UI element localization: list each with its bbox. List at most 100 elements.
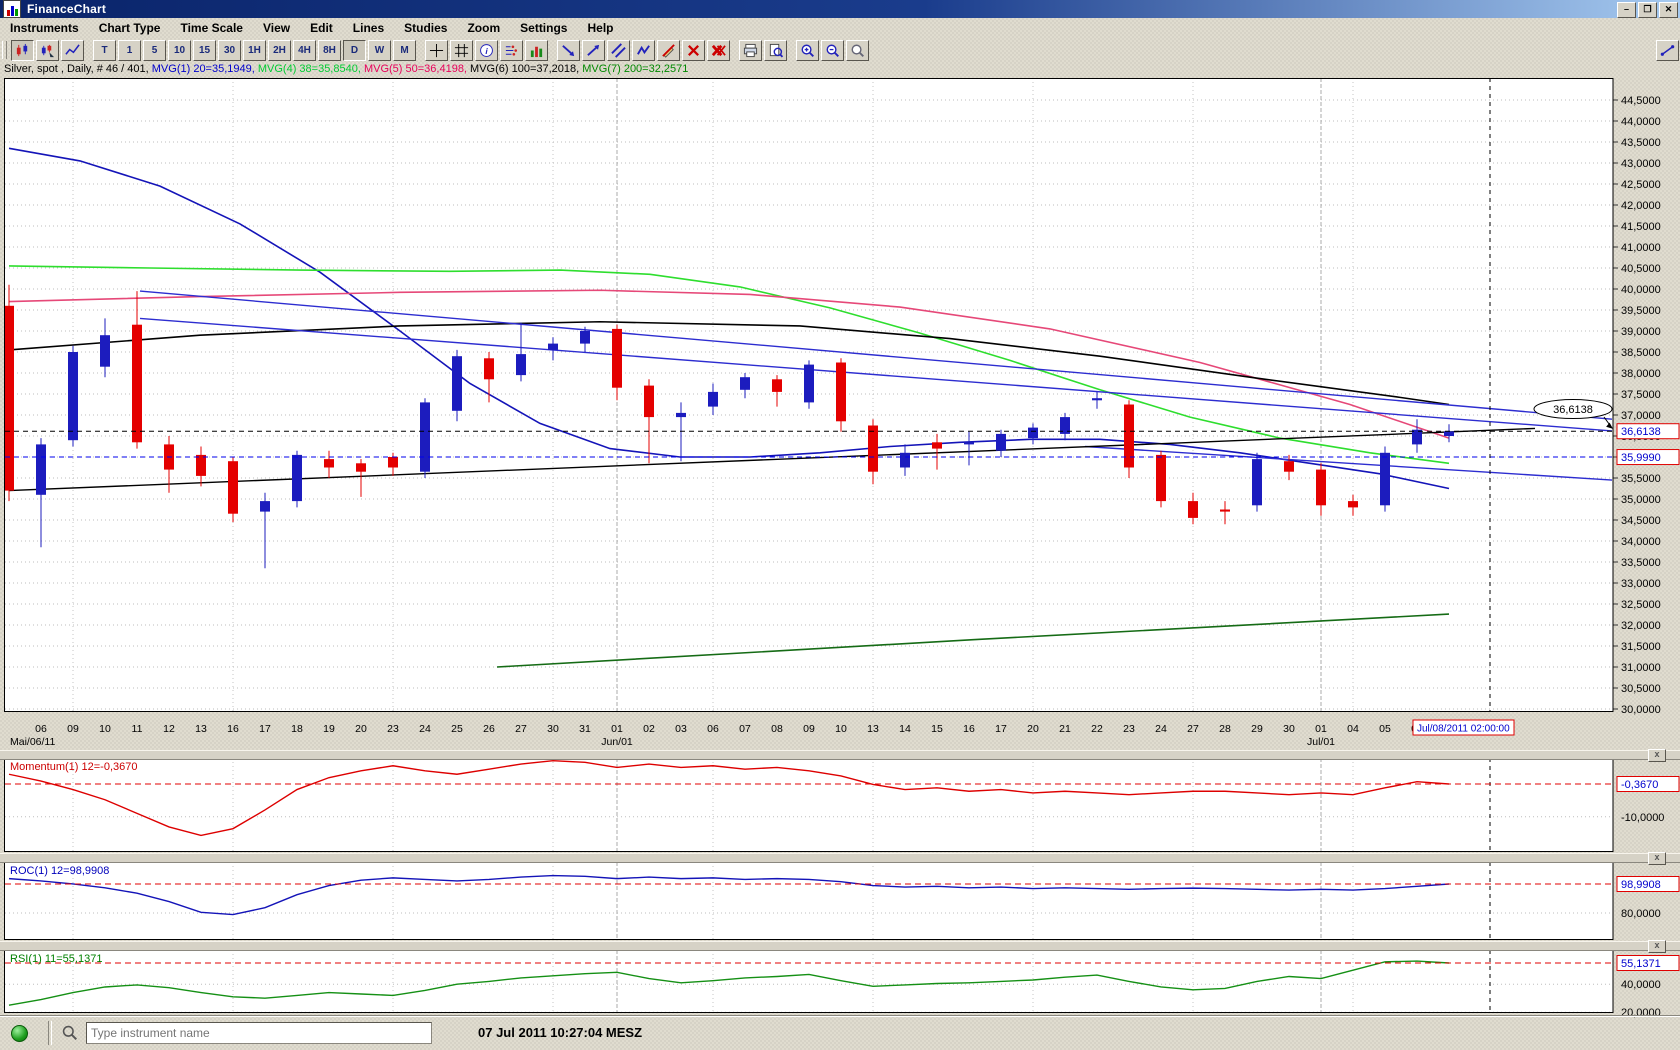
- date-label: 14: [899, 723, 911, 735]
- timescale-5[interactable]: 5: [143, 39, 166, 61]
- close-momentum-panel-button[interactable]: x: [1648, 749, 1666, 762]
- timescale-4H[interactable]: 4H: [293, 39, 316, 61]
- price-axis-label: 32,0000: [1621, 620, 1661, 632]
- info-tool-icon[interactable]: i: [475, 39, 498, 61]
- trendline-up-tool-icon[interactable]: [582, 39, 605, 61]
- grid-toggle-icon[interactable]: [450, 39, 473, 61]
- price-axis-label: 39,0000: [1621, 326, 1661, 338]
- menu-zoom[interactable]: Zoom: [457, 18, 510, 38]
- chart-type-line-icon[interactable]: [61, 39, 84, 61]
- price-axis-label: 42,0000: [1621, 200, 1661, 212]
- menu-studies[interactable]: Studies: [394, 18, 457, 38]
- timescale-D[interactable]: D: [343, 39, 366, 61]
- price-axis-label: 40,5000: [1621, 263, 1661, 275]
- finance-chart-window: 44,5000 44,0000 43,5000 43,0000 42,5000 42,00…: [0, 0, 1680, 1050]
- rsi-panel-plot[interactable]: [5, 950, 1613, 1013]
- date-label: 15: [931, 723, 943, 735]
- date-label: 22: [1091, 723, 1103, 735]
- menu-help[interactable]: Help: [577, 18, 623, 38]
- menu-chart-type[interactable]: Chart Type: [89, 18, 171, 38]
- date-label: 09: [803, 723, 815, 735]
- delete-line-tool-icon[interactable]: [682, 39, 705, 61]
- volume-toggle-icon[interactable]: [525, 39, 548, 61]
- candle: [452, 349, 462, 422]
- timescale-2H[interactable]: 2H: [268, 39, 291, 61]
- status-bar: 07 Jul 2011 10:27:04 MESZ: [0, 1016, 1680, 1050]
- timescale-8H[interactable]: 8H: [318, 39, 341, 61]
- chart-header: Silver, spot , Daily, # 46 / 401, MVG(1)…: [4, 63, 1674, 77]
- date-label: 16: [227, 723, 239, 735]
- price-levels-tool-icon[interactable]: [500, 39, 523, 61]
- print-button-icon[interactable]: [739, 39, 762, 61]
- menu-view[interactable]: View: [253, 18, 300, 38]
- zigzag-tool-icon[interactable]: [632, 39, 655, 61]
- price-axis-label: 42,5000: [1621, 179, 1661, 191]
- date-label: 23: [387, 723, 399, 735]
- menu-instruments[interactable]: Instruments: [0, 18, 89, 38]
- chart-header-segment-2: MVG(4) 38=35,8540,: [257, 63, 364, 75]
- candle: [836, 358, 846, 432]
- close-rsi-panel-button[interactable]: x: [1648, 940, 1666, 953]
- momentum-panel-splitter[interactable]: x: [0, 749, 1680, 762]
- date-label: 03: [675, 723, 687, 735]
- price-callout-label: 36,6138: [1553, 404, 1593, 416]
- price-axis-label: 44,5000: [1621, 95, 1661, 107]
- candle: [1380, 446, 1390, 512]
- delete-all-lines-tool-icon[interactable]: [707, 39, 730, 61]
- date-label: 08: [771, 723, 783, 735]
- close-button[interactable]: ✕: [1659, 2, 1678, 18]
- print-preview-button-icon[interactable]: [764, 39, 787, 61]
- timescale-W[interactable]: W: [368, 39, 391, 61]
- channel-tool-icon[interactable]: [607, 39, 630, 61]
- date-label: 13: [195, 723, 207, 735]
- timescale-M[interactable]: M: [393, 39, 416, 61]
- price-axis-label: 41,0000: [1621, 242, 1661, 254]
- timescale-10[interactable]: 10: [168, 39, 191, 61]
- toolbar: T 1 5 10 15 30 1H 2H 4H 8H D W Mi: [0, 38, 1680, 62]
- roc-label: ROC(1) 12=98,9908: [10, 865, 109, 877]
- menu-lines[interactable]: Lines: [343, 18, 394, 38]
- toolbar-separator: [549, 40, 556, 60]
- date-label: 30: [547, 723, 559, 735]
- timescale-1[interactable]: 1: [118, 39, 141, 61]
- menu-settings[interactable]: Settings: [510, 18, 577, 38]
- date-label: 06: [35, 723, 47, 735]
- close-roc-panel-button[interactable]: x: [1648, 852, 1666, 865]
- date-label: 18: [291, 723, 303, 735]
- timescale-T[interactable]: T: [93, 39, 116, 61]
- date-label: 19: [323, 723, 335, 735]
- rsi-panel-splitter[interactable]: x: [0, 940, 1680, 953]
- price-axis-label: 37,0000: [1621, 410, 1661, 422]
- chart-type-bars-icon[interactable]: [36, 39, 59, 61]
- trendline-down-tool-icon[interactable]: [557, 39, 580, 61]
- date-label: 29: [1251, 723, 1263, 735]
- menu-edit[interactable]: Edit: [300, 18, 343, 38]
- zoom-reset-button-icon[interactable]: [846, 39, 869, 61]
- menu-bar: Instruments Chart Type Time Scale View Edit L…: [0, 18, 1680, 38]
- roc-panel-plot[interactable]: [5, 862, 1613, 940]
- chart-type-candlestick-icon[interactable]: [11, 39, 34, 61]
- svg-text:Jul/08/2011 02:00:00: Jul/08/2011 02:00:00: [1417, 724, 1510, 735]
- minimize-button[interactable]: –: [1617, 2, 1636, 18]
- erase-line-tool-icon[interactable]: [657, 39, 680, 61]
- crosshair-tool-icon[interactable]: [425, 39, 448, 61]
- date-label: 11: [132, 723, 143, 735]
- timescale-15[interactable]: 15: [193, 39, 216, 61]
- zoom-in-button-icon[interactable]: [796, 39, 819, 61]
- rsi-label: RSI(1) 11=55,1371: [10, 953, 102, 965]
- zoom-out-button-icon[interactable]: [821, 39, 844, 61]
- instrument-search-input[interactable]: [86, 1022, 432, 1044]
- measure-tool-icon[interactable]: [1656, 39, 1679, 61]
- momentum-panel-plot[interactable]: [5, 758, 1613, 852]
- roc-panel-splitter[interactable]: x: [0, 852, 1680, 865]
- search-icon: [58, 1022, 82, 1044]
- timescale-30[interactable]: 30: [218, 39, 241, 61]
- restore-button[interactable]: ❐: [1638, 2, 1657, 18]
- toolbar-grip[interactable]: [2, 41, 7, 59]
- toolbar-separator: [85, 40, 92, 60]
- date-label: 12: [163, 723, 175, 735]
- menu-time-scale[interactable]: Time Scale: [170, 18, 252, 38]
- price-axis-label: 33,5000: [1621, 557, 1661, 569]
- timescale-1H[interactable]: 1H: [243, 39, 266, 61]
- connection-status-indicator: [11, 1025, 28, 1042]
